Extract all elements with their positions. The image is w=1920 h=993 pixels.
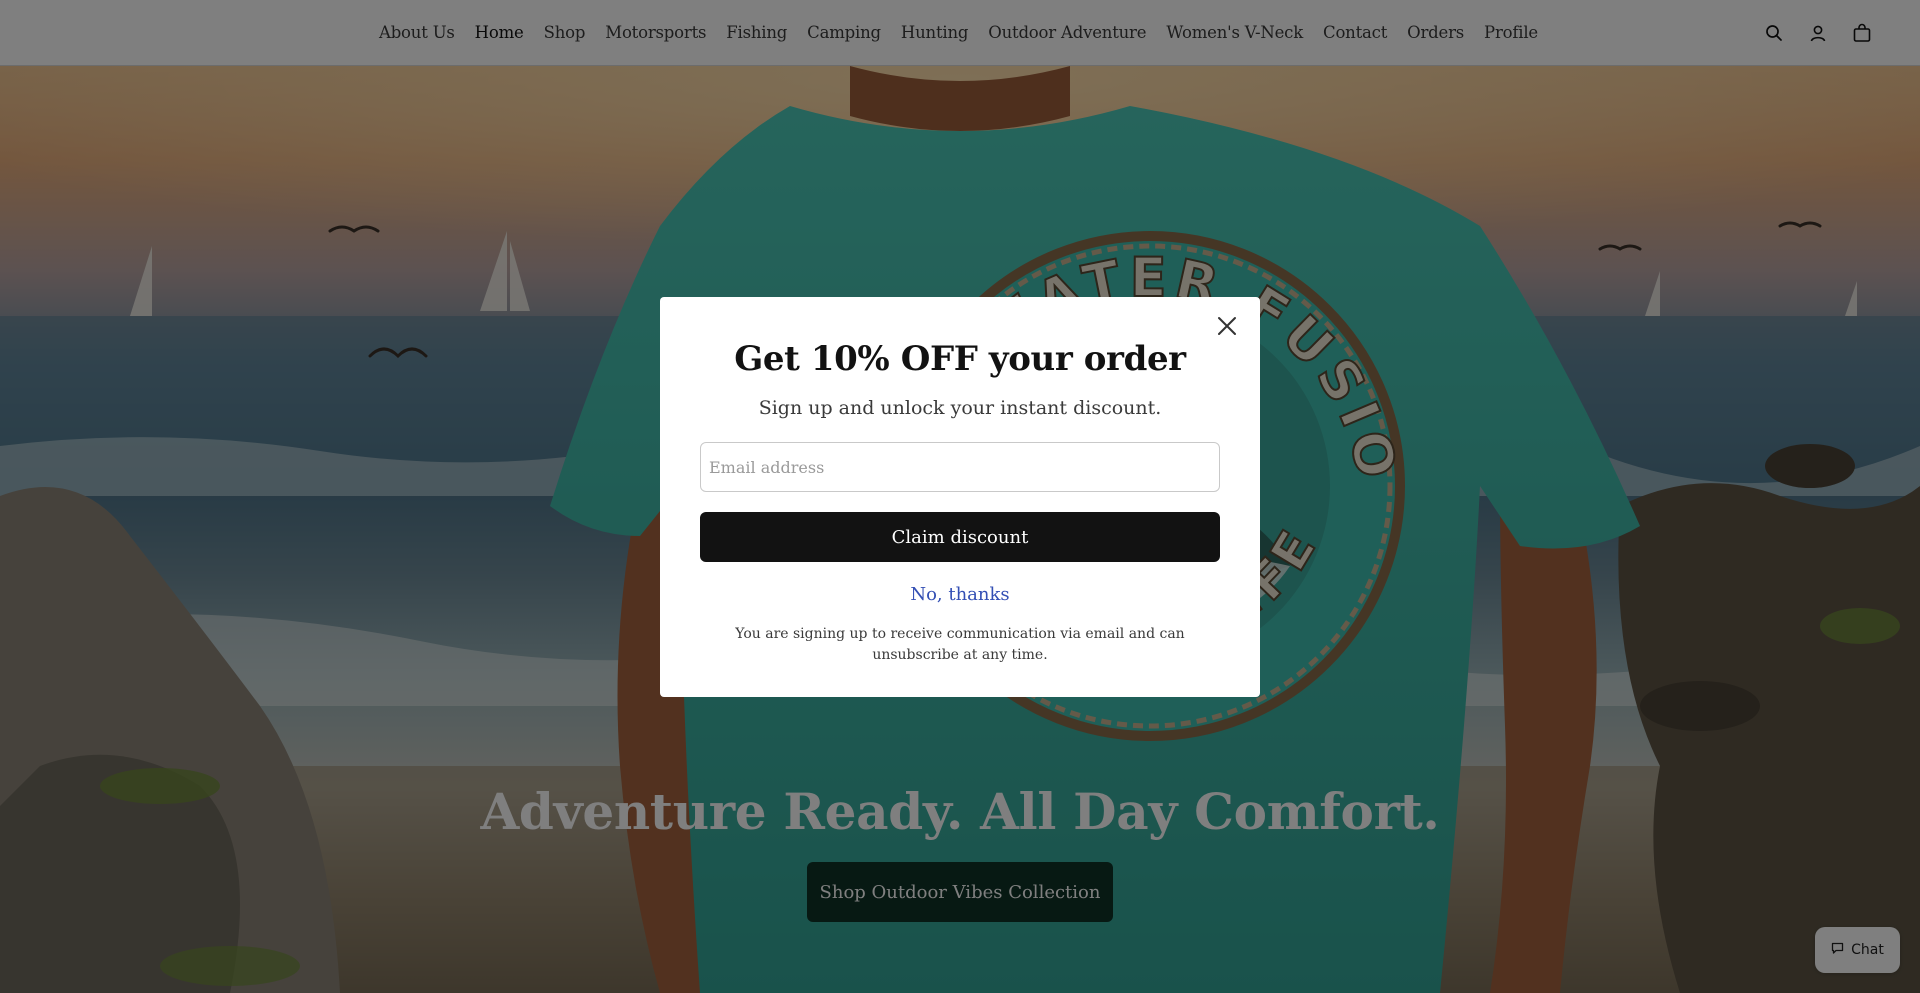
close-icon[interactable] <box>1212 311 1242 341</box>
modal-subtitle: Sign up and unlock your instant discount… <box>758 397 1162 419</box>
discount-modal: Get 10% OFF your order Sign up and unloc… <box>660 297 1260 697</box>
email-field[interactable] <box>700 442 1220 492</box>
claim-discount-button[interactable]: Claim discount <box>700 512 1220 562</box>
modal-disclaimer: You are signing up to receive communicat… <box>735 626 1185 663</box>
no-thanks-link[interactable]: No, thanks <box>660 584 1260 605</box>
modal-title: Get 10% OFF your order <box>734 339 1186 379</box>
